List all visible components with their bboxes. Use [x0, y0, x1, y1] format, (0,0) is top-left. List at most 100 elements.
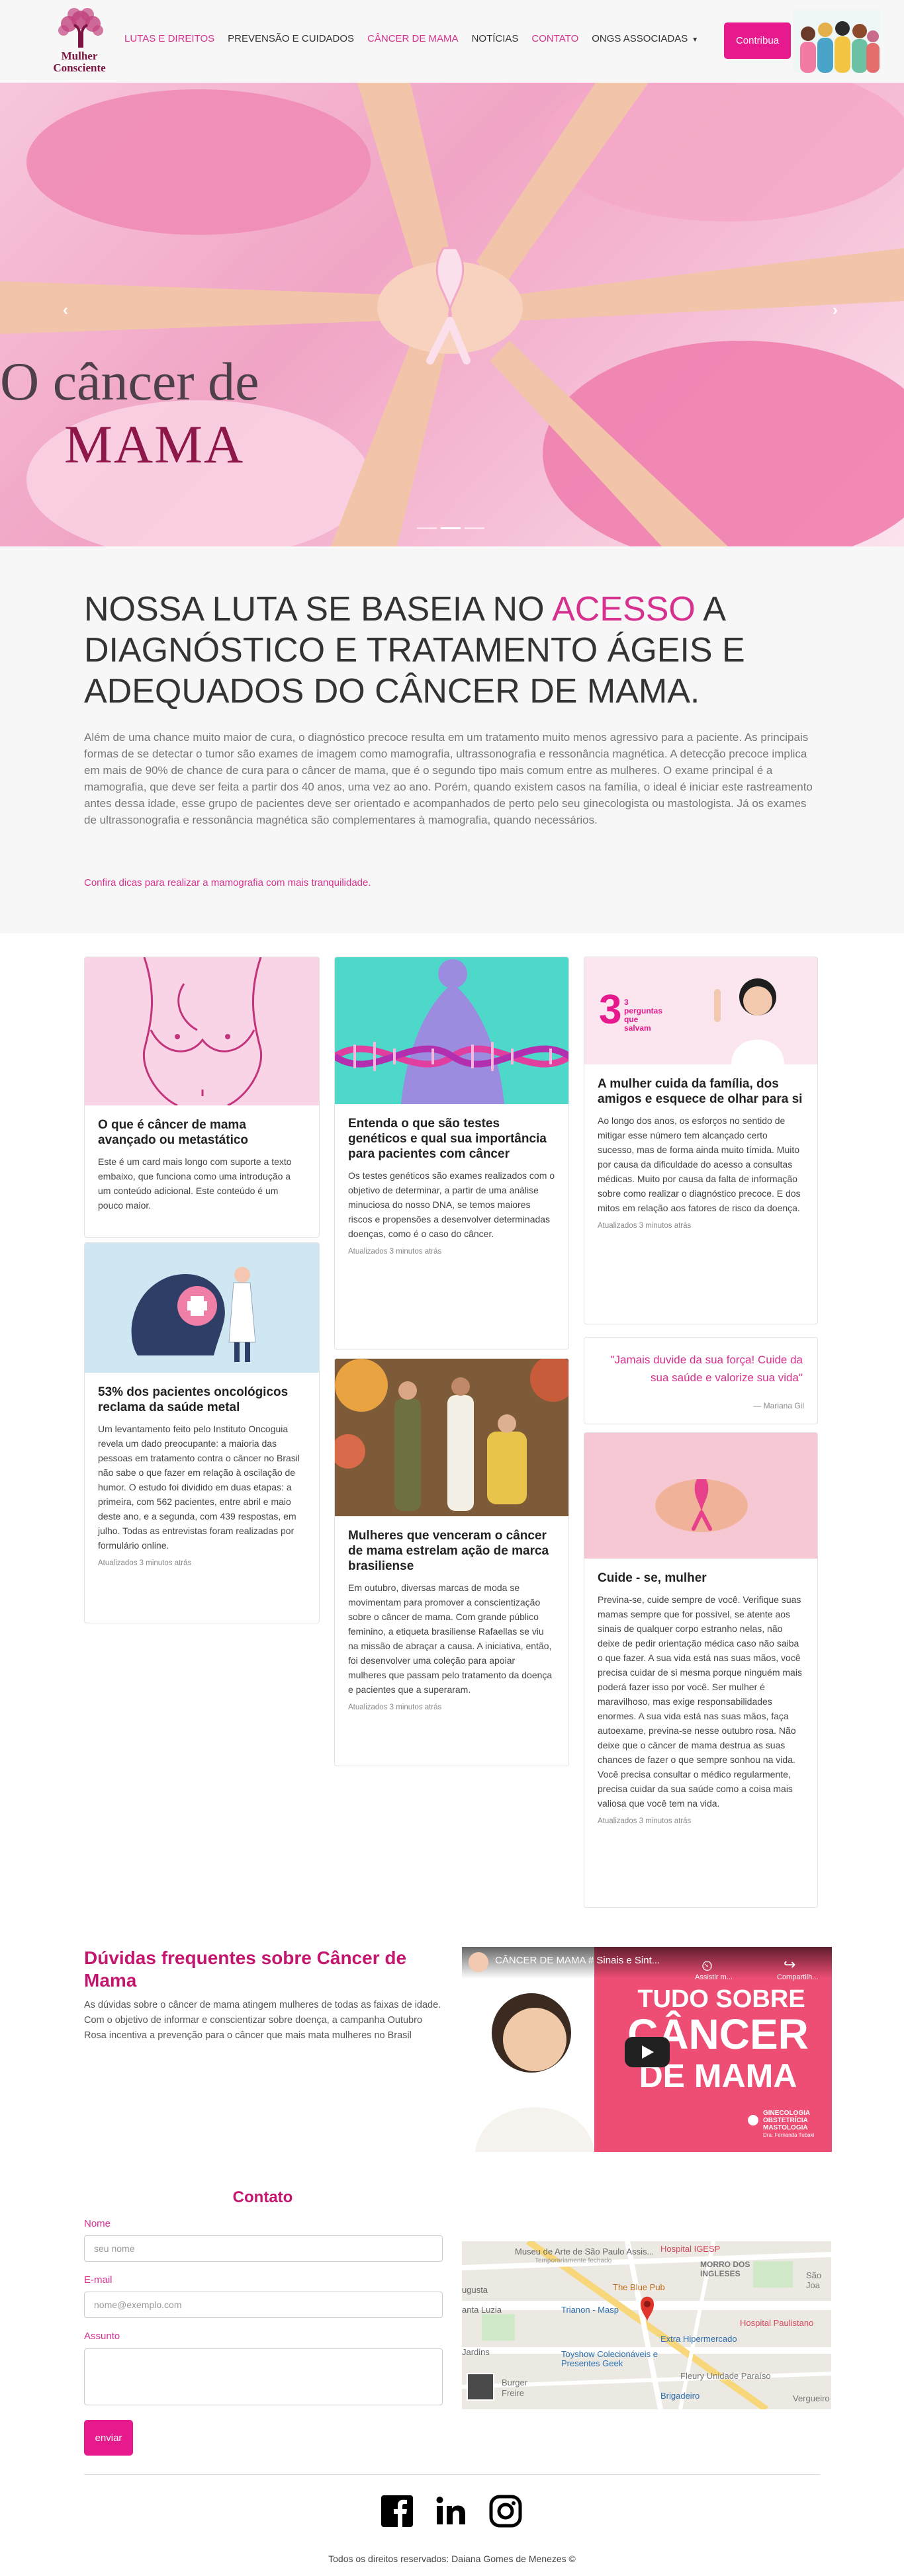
- tree-logo-icon: [58, 8, 103, 48]
- map-label: Brigadeiro: [660, 2391, 700, 2401]
- linkedin-icon[interactable]: [434, 2494, 469, 2528]
- card-woman-cares-for-family[interactable]: 3 3 perguntas que salvam A mulher cuida …: [584, 957, 818, 1324]
- mission-body: Além de uma chance muito maior de cura, …: [84, 731, 813, 826]
- women-campaign-photo: [335, 1359, 568, 1516]
- instagram-icon[interactable]: [488, 2494, 523, 2528]
- thumb-line-1: TUDO SOBRE: [637, 1985, 805, 2013]
- video-title[interactable]: CÂNCER DE MAMA # Sinais e Sint...: [495, 1955, 660, 1966]
- watch-later-icon[interactable]: ⏲: [701, 1957, 713, 1975]
- three-questions-text: 3 perguntas que salvam: [624, 998, 663, 1033]
- card-brand-campaign[interactable]: Mulheres que venceram o câncer de mama e…: [334, 1358, 569, 1766]
- map-label: Jardins: [462, 2347, 490, 2357]
- carousel-next-icon[interactable]: ›: [833, 301, 838, 320]
- nav-ongs-associadas-dropdown[interactable]: ONGS ASSOCIADAS ▼: [592, 33, 698, 44]
- nav-prevencao-e-cuidados[interactable]: PREVENSÃO E CUIDADOS: [228, 33, 354, 44]
- map-label: São Joa: [806, 2270, 822, 2290]
- carousel-indicator[interactable]: [465, 527, 484, 529]
- card-title: A mulher cuida da família, dos amigos e …: [598, 1077, 803, 1106]
- nav-cancer-de-mama[interactable]: CÂNCER DE MAMA: [367, 33, 459, 44]
- card-updated-time: Atualizados 3 minutos atrás: [98, 1559, 192, 1567]
- carousel-indicators: [417, 527, 484, 529]
- map-label: Museu de Arte de São Paulo Assis...: [515, 2247, 655, 2256]
- mission-heading-accent: ACESSO: [552, 590, 696, 628]
- card-title: Cuide - se, mulher: [598, 1571, 707, 1585]
- card-text: Um levantamento feito pelo Instituto Onc…: [98, 1424, 300, 1551]
- map-label: ugusta: [462, 2285, 488, 2295]
- nav-noticias[interactable]: NOTÍCIAS: [472, 33, 519, 44]
- hands-with-pink-ribbon-image: [0, 83, 904, 546]
- clinic-doctor: Dra. Fernanda Tubaki: [763, 2132, 815, 2138]
- map-label: anta Luzia: [462, 2305, 502, 2315]
- subject-textarea[interactable]: [84, 2348, 443, 2405]
- carousel-prev-icon[interactable]: ‹: [63, 301, 68, 320]
- mission-section: NOSSA LUTA SE BASEIA NO ACESSO A DIAGNÓS…: [0, 546, 904, 933]
- card-title: O que é câncer de mama avançado ou metas…: [98, 1118, 249, 1147]
- nav-lutas-e-direitos[interactable]: LUTAS E DIREITOS: [124, 33, 214, 44]
- svg-text:3: 3: [599, 987, 621, 1033]
- navbar: Mulher Consciente LUTAS E DIREITOS PREVE…: [0, 0, 904, 83]
- map-label: The Blue Pub: [613, 2282, 665, 2292]
- card-genetic-tests[interactable]: Entenda o que são testes genéticos e qua…: [334, 957, 569, 1350]
- logo-line-1: Mulher: [61, 50, 98, 62]
- card-updated-time: Atualizados 3 minutos atrás: [348, 1248, 442, 1256]
- embedded-map[interactable]: Museu de Arte de São Paulo Assis... Temp…: [462, 2241, 831, 2409]
- faq-text: As dúvidas sobre o câncer de mama atinge…: [84, 2000, 441, 2041]
- send-button[interactable]: enviar: [84, 2420, 133, 2456]
- logo-text: Mulher Consciente: [53, 50, 106, 74]
- main-nav: LUTAS E DIREITOS PREVENSÃO E CUIDADOS CÂ…: [124, 33, 698, 44]
- facebook-icon[interactable]: [380, 2494, 414, 2528]
- map-label: Burger: [502, 2378, 528, 2387]
- card-updated-time: Atualizados 3 minutos atrás: [348, 1703, 442, 1711]
- subject-label: Assunto: [84, 2331, 120, 2342]
- card-advanced-cancer[interactable]: O que é câncer de mama avançado ou metas…: [84, 957, 320, 1238]
- clinic-brand: GINECOLOGIA OBSTETRÍCIA MASTOLOGIA Dra. …: [763, 2110, 814, 2139]
- logo[interactable]: Mulher Consciente: [48, 7, 114, 76]
- dna-illustration-image: [335, 957, 568, 1104]
- card-updated-time: Atualizados 3 minutos atrás: [598, 1817, 692, 1825]
- share-label: Compartilh...: [777, 1973, 819, 1981]
- youtube-video-embed[interactable]: CÂNCER DE MAMA # Sinais e Sint... ⏲ Assi…: [462, 1947, 832, 2152]
- mammography-tips-link[interactable]: Confira dicas para realizar a mamografia…: [84, 877, 371, 888]
- map-label: Freire: [502, 2388, 524, 2398]
- clinic-brand-line: OBSTETRÍCIA: [763, 2117, 808, 2124]
- footer-copyright: Todos os direitos reservados: Daiana Gom…: [328, 2554, 576, 2564]
- mental-health-illustration-image: [85, 1243, 319, 1373]
- clinic-brand-line: GINECOLOGIA: [763, 2110, 811, 2117]
- play-button[interactable]: [625, 2037, 670, 2067]
- card-title: 53% dos pacientes oncológicos reclama da…: [98, 1385, 289, 1414]
- card-mental-health[interactable]: 53% dos pacientes oncológicos reclama da…: [84, 1242, 320, 1623]
- map-label: Trianon - Masp: [561, 2305, 619, 2315]
- name-input[interactable]: [84, 2235, 443, 2262]
- carousel-indicator[interactable]: [417, 527, 437, 529]
- caret-down-icon: ▼: [692, 36, 699, 44]
- card-title: Entenda o que são testes genéticos e qua…: [348, 1117, 547, 1161]
- email-input[interactable]: [84, 2292, 443, 2318]
- card-text: Os testes genéticos são exames realizado…: [348, 1170, 555, 1239]
- hero-title-line-2: MAMA: [64, 414, 245, 474]
- map-label: Hospital IGESP: [660, 2244, 721, 2254]
- name-label: Nome: [84, 2218, 111, 2229]
- card-take-care-woman[interactable]: Cuide - se, mulher Previna-se, cuide sem…: [584, 1432, 818, 1908]
- card-text: Previna-se, cuide sempre de você. Verifi…: [598, 1594, 802, 1809]
- map-label: Vergueiro: [793, 2393, 830, 2403]
- map-label: Temporariamente fechado: [535, 2257, 612, 2264]
- share-icon[interactable]: ↪: [784, 1956, 795, 1973]
- card-updated-time: Atualizados 3 minutos atrás: [598, 1222, 692, 1230]
- nav-ongs-label: ONGS ASSOCIADAS: [592, 33, 688, 44]
- card-text: Este é um card mais longo com suporte a …: [98, 1156, 292, 1211]
- hero-title-line-1: O câncer de: [0, 351, 259, 411]
- watch-later-label: Assistir m...: [695, 1973, 733, 1981]
- play-icon: [642, 2045, 654, 2059]
- map-label: Toyshow Colecionáveis e Presentes Geek: [561, 2349, 658, 2368]
- hands-with-ribbon-photo: [584, 1433, 817, 1559]
- card-title: Mulheres que venceram o câncer de mama e…: [348, 1529, 549, 1573]
- hero-carousel: O câncer de MAMA ‹ ›: [0, 83, 904, 546]
- map-label: Fleury Unidade Paraíso: [680, 2371, 771, 2381]
- contribute-button[interactable]: Contribua: [724, 22, 791, 59]
- contact-title: Contato: [232, 2188, 293, 2206]
- channel-avatar[interactable]: [469, 1952, 488, 1972]
- card-text: Em outubro, diversas marcas de moda se m…: [348, 1582, 553, 1695]
- quote-text: "Jamais duvide da sua força! Cuide da su…: [610, 1353, 803, 1384]
- nav-contato[interactable]: CONTATO: [531, 33, 578, 44]
- carousel-indicator[interactable]: [441, 527, 461, 529]
